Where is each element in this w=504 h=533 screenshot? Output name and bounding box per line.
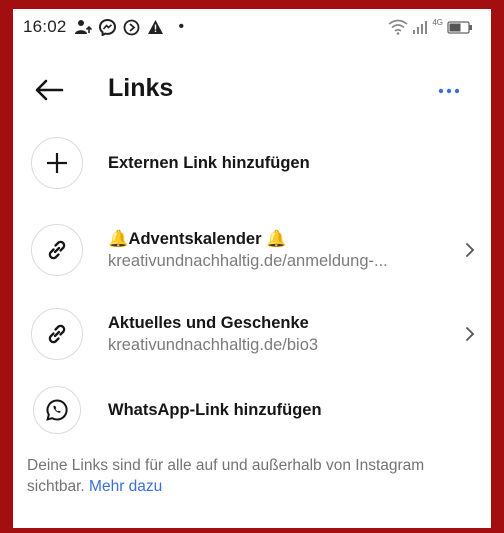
link-circle	[31, 224, 83, 276]
link-icon	[48, 240, 66, 260]
row-texts: Aktuelles und Geschenke kreativundnachha…	[108, 314, 318, 355]
chevron-right-icon	[465, 326, 475, 342]
add-link-circle	[31, 137, 83, 189]
row-title: WhatsApp-Link hinzufügen	[108, 400, 322, 419]
row-texts: Externen Link hinzufügen	[108, 154, 310, 173]
link-row[interactable]: Aktuelles und Geschenke kreativundnachha…	[13, 303, 491, 365]
arrow-left-icon	[35, 79, 64, 101]
top-bar: Links	[13, 65, 491, 115]
battery-icon	[447, 20, 473, 34]
more-options-button[interactable]	[429, 79, 469, 103]
row-url: kreativundnachhaltig.de/anmeldung-...	[108, 251, 388, 270]
more-dots-icon	[438, 88, 460, 94]
status-right: 4G	[388, 17, 473, 35]
note-text: Deine Links sind für alle auf und außerh…	[27, 457, 425, 495]
do-not-disturb-icon	[123, 19, 140, 36]
row-title: Externen Link hinzufügen	[108, 153, 310, 172]
row-texts: WhatsApp-Link hinzufügen	[108, 401, 322, 420]
row-title: Aktuelles und Geschenke	[108, 313, 309, 332]
whatsapp-circle	[33, 386, 81, 434]
plus-icon	[47, 153, 67, 173]
page-title: Links	[108, 74, 174, 102]
wifi-icon	[388, 19, 408, 35]
person-upload-icon	[74, 19, 92, 35]
back-button[interactable]	[29, 73, 69, 107]
status-bar: 16:02 • 4G	[13, 9, 491, 45]
status-dot: •	[178, 18, 185, 35]
status-time: 16:02	[23, 17, 67, 36]
phone-screen: 16:02 • 4G Links Externen Link hinzufüge…	[13, 9, 491, 528]
row-url: kreativundnachhaltig.de/bio3	[108, 335, 319, 354]
signal-icon	[412, 20, 428, 35]
link-icon	[48, 324, 66, 344]
chevron-right-icon	[465, 242, 475, 258]
add-whatsapp-link-row[interactable]: WhatsApp-Link hinzufügen	[13, 382, 491, 438]
learn-more-link[interactable]: Mehr dazu	[89, 478, 162, 495]
row-title: 🔔Adventskalender 🔔	[108, 229, 287, 248]
warning-icon	[147, 19, 164, 35]
add-external-link-row[interactable]: Externen Link hinzufügen	[13, 133, 491, 193]
whatsapp-icon	[46, 399, 68, 421]
link-circle	[31, 308, 83, 360]
row-texts: 🔔Adventskalender 🔔 kreativundnachhaltig.…	[108, 230, 388, 271]
link-row[interactable]: 🔔Adventskalender 🔔 kreativundnachhaltig.…	[13, 219, 491, 281]
network-badge: 4G	[432, 17, 443, 27]
messenger-icon	[98, 18, 116, 36]
status-left: 16:02 •	[23, 17, 184, 37]
links-visibility-note: Deine Links sind für alle auf und außerh…	[27, 455, 467, 497]
